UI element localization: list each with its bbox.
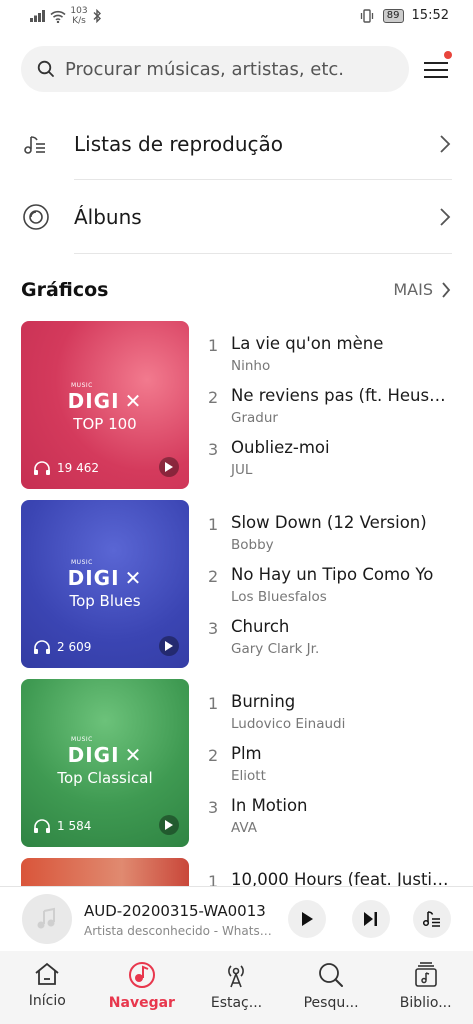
chart-track-list: 1 La vie qu'on mène Ninho 2 Ne reviens p… <box>208 334 453 490</box>
track-item[interactable]: 2 Ne reviens pas (ft. Heuss L'enfoiré) G… <box>208 386 453 438</box>
play-chart-button[interactable] <box>159 457 179 477</box>
divider <box>74 253 452 254</box>
play-icon <box>165 462 173 472</box>
now-playing-title: AUD-20200315-WA0013 <box>84 902 266 920</box>
chart-track-list: 1 Burning Ludovico Einaudi 2 Plm Eliott … <box>208 692 453 848</box>
mini-player[interactable]: AUD-20200315-WA0013 Artista desconhecido… <box>0 887 473 951</box>
track-item[interactable]: 3 In Motion AVA <box>208 796 453 848</box>
track-item[interactable]: 2 Plm Eliott <box>208 744 453 796</box>
skip-next-icon <box>364 912 377 926</box>
listen-count: 2 609 <box>33 639 91 655</box>
network-speed: 103 K/s <box>70 6 88 26</box>
track-item[interactable]: 2 No Hay un Tipo Como Yo Los Bluesfalos <box>208 565 453 617</box>
battery-indicator: 89 <box>382 8 404 23</box>
music-note-icon <box>37 907 55 929</box>
chevron-right-icon <box>440 208 451 226</box>
tab-home[interactable]: Início <box>0 951 95 1024</box>
search-bar[interactable] <box>21 46 409 92</box>
track-item[interactable]: 3 Oubliez-moi JUL <box>208 438 453 490</box>
listen-count: 1 584 <box>33 818 91 834</box>
play-chart-button[interactable] <box>159 636 179 656</box>
queue-icon <box>422 911 440 927</box>
track-item[interactable]: 3 Church Gary Clark Jr. <box>208 617 453 669</box>
radio-tower-icon <box>228 965 245 988</box>
section-title: Gráficos <box>21 279 109 301</box>
chevron-right-icon <box>440 135 451 153</box>
wifi-icon <box>50 10 66 23</box>
track-item[interactable]: 1 Burning Ludovico Einaudi <box>208 692 453 744</box>
track-item[interactable]: 1 La vie qu'on mène Ninho <box>208 334 453 386</box>
menu-icon[interactable] <box>421 56 451 84</box>
nav-row-playlists[interactable]: Listas de reprodução <box>0 108 473 180</box>
bottom-navigation: Início Navegar Estaç... Pesqu... Biblio.… <box>0 951 473 1024</box>
queue-button[interactable] <box>413 900 451 938</box>
music-browse-screen: 103 K/s 89 15:52 Procurar músicas, artis… <box>0 0 473 1024</box>
vibrate-icon <box>360 8 373 23</box>
album-art-placeholder <box>22 894 72 944</box>
chart-track-list: 1 Slow Down (12 Version) Bobby 2 No Hay … <box>208 513 453 669</box>
browse-disc-icon <box>128 962 155 988</box>
cover-logo: MUSIC DIGI ✕ TOP 100 <box>67 382 143 433</box>
x-logo-icon: ✕ <box>124 743 143 767</box>
play-icon <box>302 912 313 926</box>
play-icon <box>165 641 173 651</box>
track-item[interactable]: 1 Slow Down (12 Version) Bobby <box>208 513 453 565</box>
play-button[interactable] <box>288 900 326 938</box>
play-icon <box>165 820 173 830</box>
tab-stations[interactable]: Estaç... <box>189 951 284 1024</box>
headphones-icon <box>34 461 50 475</box>
search-input[interactable] <box>65 58 395 80</box>
clock: 15:52 <box>411 8 449 23</box>
home-icon <box>35 962 59 985</box>
chart-cover-top-blues[interactable]: MUSIC DIGI ✕ Top Blues 2 609 <box>21 500 189 668</box>
next-track-button[interactable] <box>352 900 390 938</box>
bluetooth-icon <box>93 9 101 23</box>
x-logo-icon: ✕ <box>124 389 143 413</box>
tab-browse[interactable]: Navegar <box>95 951 190 1024</box>
nav-row-albums[interactable]: Álbuns <box>0 181 473 253</box>
notification-dot <box>444 51 452 59</box>
search-icon <box>319 963 344 987</box>
chart-cover-top100[interactable]: MUSIC DIGI ✕ TOP 100 19 462 <box>21 321 189 489</box>
library-icon <box>414 962 437 987</box>
search-icon <box>37 60 54 77</box>
signal-icon <box>30 10 45 22</box>
divider <box>74 179 452 180</box>
now-playing-artist: Artista desconhecido - WhatsApp Audio <box>84 924 274 938</box>
play-chart-button[interactable] <box>159 815 179 835</box>
cover-logo: MUSIC DIGI ✕ Top Blues <box>67 559 143 610</box>
status-bar: 103 K/s 89 15:52 <box>0 0 473 34</box>
cover-logo: MUSIC DIGI ✕ Top Classical <box>57 736 153 787</box>
x-logo-icon: ✕ <box>124 566 143 590</box>
chart-cover-top-classical[interactable]: MUSIC DIGI ✕ Top Classical 1 584 <box>21 679 189 847</box>
playlist-icon <box>24 136 45 154</box>
chevron-right-icon <box>442 281 451 298</box>
headphones-icon <box>34 819 50 833</box>
listen-count: 19 462 <box>33 460 99 476</box>
tab-library[interactable]: Biblio... <box>378 951 473 1024</box>
more-button[interactable]: MAIS <box>393 280 451 299</box>
headphones-icon <box>34 640 50 654</box>
nav-row-label: Álbuns <box>74 205 142 229</box>
album-disc-icon <box>23 204 49 230</box>
nav-row-label: Listas de reprodução <box>74 132 284 156</box>
tab-search[interactable]: Pesqu... <box>284 951 379 1024</box>
